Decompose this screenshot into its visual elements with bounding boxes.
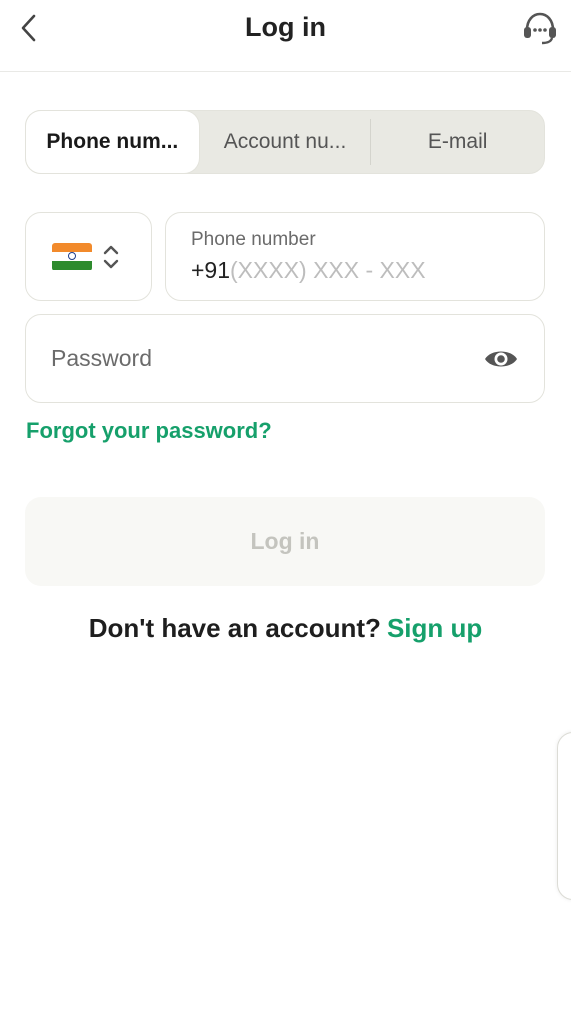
phone-input-row: +91	[191, 257, 544, 284]
tab-label: Phone num...	[46, 130, 179, 153]
tab-email[interactable]: E-mail	[371, 111, 544, 173]
support-button[interactable]	[519, 8, 561, 48]
eye-icon	[485, 351, 517, 367]
phone-number-input[interactable]	[230, 257, 531, 284]
side-drawer-handle[interactable]	[557, 732, 571, 900]
signup-prompt: Don't have an account? Sign up	[0, 613, 571, 644]
country-code-prefix: +91	[191, 257, 231, 283]
password-field[interactable]	[25, 314, 545, 403]
page-title: Log in	[245, 12, 326, 42]
app-header: Log in	[0, 0, 571, 72]
tab-phone-number[interactable]: Phone num...	[26, 111, 199, 173]
forgot-password-link[interactable]: Forgot your password?	[26, 418, 272, 444]
country-code-select[interactable]	[25, 212, 152, 301]
tab-label: E-mail	[427, 130, 488, 153]
password-input[interactable]	[51, 345, 471, 372]
show-password-button[interactable]	[482, 343, 520, 375]
login-method-tabs: Phone num... Account nu... E-mail	[25, 110, 545, 174]
select-arrows-icon	[103, 245, 119, 268]
phone-number-label: Phone number	[191, 229, 316, 250]
tab-label: Account nu...	[223, 130, 347, 153]
signup-prompt-text: Don't have an account?	[88, 613, 381, 643]
phone-number-field[interactable]: Phone number +91	[165, 212, 545, 301]
login-button[interactable]: Log in	[25, 497, 545, 586]
headset-support-icon	[524, 12, 556, 45]
india-flag-icon	[52, 242, 92, 271]
tab-account-number[interactable]: Account nu...	[199, 111, 372, 173]
signup-link[interactable]: Sign up	[387, 613, 482, 643]
